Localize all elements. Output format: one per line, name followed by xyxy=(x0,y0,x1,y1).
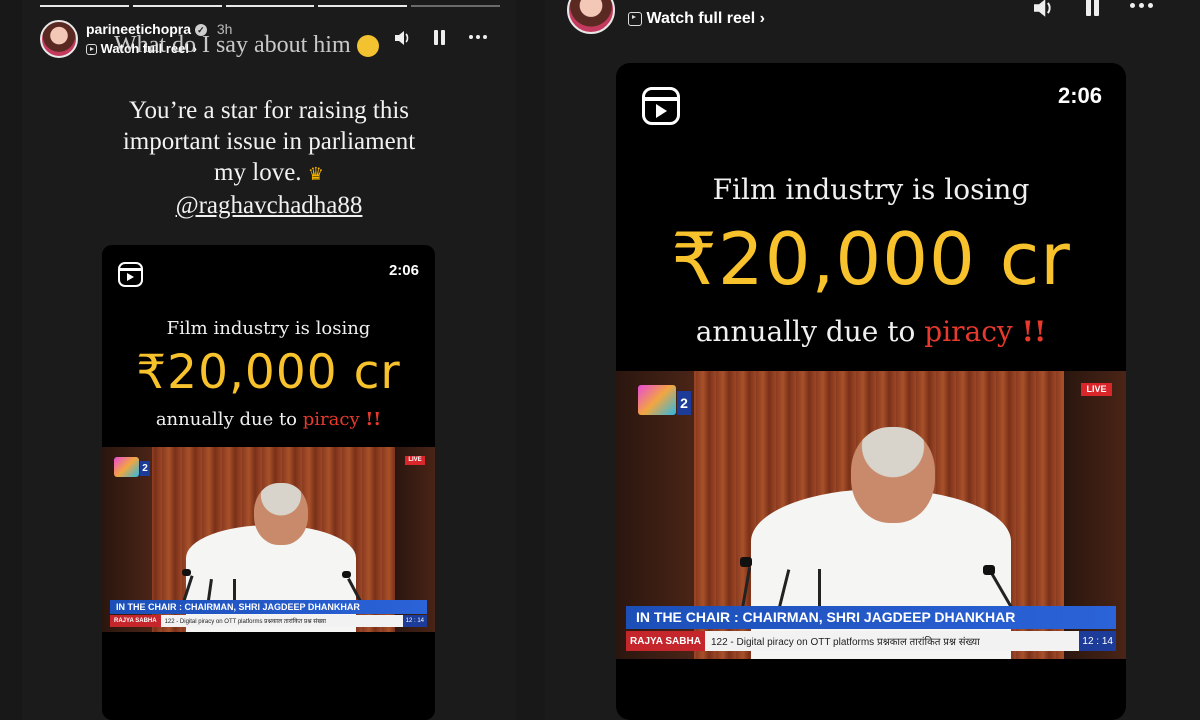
line3-highlight: piracy xyxy=(924,315,1013,348)
channel-logo-icon xyxy=(638,385,676,415)
ticker-channel: RAJYA SABHA xyxy=(110,615,161,627)
chair-caption-bar: IN THE CHAIR : CHAIRMAN, SHRI JAGDEEP DH… xyxy=(626,606,1116,629)
channel-number: 2 xyxy=(140,461,150,476)
parliament-video-frame: 2 LIVE IN THE CHAIR : CHAIRMAN, SHRI JAG… xyxy=(616,371,1126,659)
progress-segment xyxy=(40,5,129,7)
reel-duration: 2:06 xyxy=(1057,83,1102,108)
progress-segment xyxy=(411,5,500,7)
mention-link[interactable]: @raghavchadha88 xyxy=(176,192,363,219)
watch-full-reel-link[interactable]: Watch full reel › xyxy=(628,10,765,28)
crown-emoji-icon: ♛ xyxy=(307,164,324,184)
pause-icon[interactable] xyxy=(434,30,445,45)
ticker-text: 122 - Digital piracy on OTT platforms प्… xyxy=(164,619,326,625)
reel-headline-amount: ₹20,000 cr xyxy=(136,345,401,400)
reel-duration: 2:06 xyxy=(388,262,419,279)
reel-headline-line1: Film industry is losing xyxy=(166,318,371,339)
progress-segment xyxy=(318,5,408,7)
ticker-text: 122 - Digital piracy on OTT platforms प्… xyxy=(710,637,980,648)
chair-caption-bar: IN THE CHAIR : CHAIRMAN, SHRI JAGDEEP DH… xyxy=(110,600,427,614)
caption-line-1: You’re a star for raising this xyxy=(128,97,410,124)
chevron-right-icon: › xyxy=(759,10,765,27)
caption-line-2: important issue in parliament xyxy=(122,128,416,155)
speaker-icon[interactable] xyxy=(1032,0,1056,18)
speaker-head xyxy=(851,427,935,523)
reel-card[interactable]: 2:06 Film industry is losing ₹20,000 cr … xyxy=(616,63,1126,720)
right-story-panel: Watch full reel › 2:06 Film industry is … xyxy=(545,0,1200,720)
overlap-caption: What do I say about him xyxy=(114,32,351,58)
avatar[interactable] xyxy=(567,0,615,34)
reels-logo-icon xyxy=(118,262,143,287)
reel-headline-line1: Film industry is losing xyxy=(712,173,1030,206)
reel-icon xyxy=(628,11,642,26)
reel-headline-line3: annually due to piracy !! xyxy=(616,315,1126,348)
more-options-icon[interactable] xyxy=(469,35,487,39)
ticker-time: 12 : 14 xyxy=(402,615,427,627)
channel-logo-icon xyxy=(114,457,139,477)
speaker-icon[interactable] xyxy=(394,30,412,46)
line3-prefix: annually due to xyxy=(155,409,298,430)
story-caption: You’re a star for raising this important… xyxy=(22,95,516,221)
live-badge: LIVE xyxy=(1081,383,1112,396)
left-story-panel: parineetichopra ✓ 3h Watch full reel › W… xyxy=(22,0,516,720)
line3-highlight: piracy xyxy=(302,409,360,430)
overlap-caption-line: What do I say about him xyxy=(114,32,379,59)
progress-segment xyxy=(132,5,222,7)
more-options-icon[interactable] xyxy=(1130,3,1153,8)
line3-marks: !! xyxy=(1021,315,1047,348)
reels-logo-icon xyxy=(642,87,680,125)
news-ticker: RAJYA SABHA 122 - Digital piracy on OTT … xyxy=(110,615,427,627)
progress-segment xyxy=(225,5,315,7)
line3-prefix: annually due to xyxy=(695,315,916,348)
news-ticker: RAJYA SABHA 122 - Digital piracy on OTT … xyxy=(626,631,1116,651)
pause-icon[interactable] xyxy=(1086,0,1099,16)
channel-number: 2 xyxy=(677,391,691,415)
line3-marks: !! xyxy=(365,409,382,430)
ticker-channel: RAJYA SABHA xyxy=(626,631,705,651)
speaker-head xyxy=(254,483,308,545)
smile-emoji-icon xyxy=(356,35,379,58)
reel-headline-amount: ₹20,000 cr xyxy=(671,217,1071,301)
reel-headline-line3: annually due to piracy !! xyxy=(102,409,435,430)
ticker-time: 12 : 14 xyxy=(1079,631,1116,651)
reel-icon xyxy=(86,44,97,56)
avatar[interactable] xyxy=(40,20,78,58)
caption-line-3: my love. xyxy=(214,159,302,186)
live-badge: LIVE xyxy=(405,456,425,465)
reel-card[interactable]: 2:06 Film industry is losing ₹20,000 cr … xyxy=(102,245,435,720)
watch-full-reel-label: Watch full reel xyxy=(646,10,756,27)
parliament-video-frame: 2 LIVE IN THE CHAIR : CHAIRMAN, SHRI JAG… xyxy=(102,447,435,632)
story-progress-bars xyxy=(40,5,500,7)
